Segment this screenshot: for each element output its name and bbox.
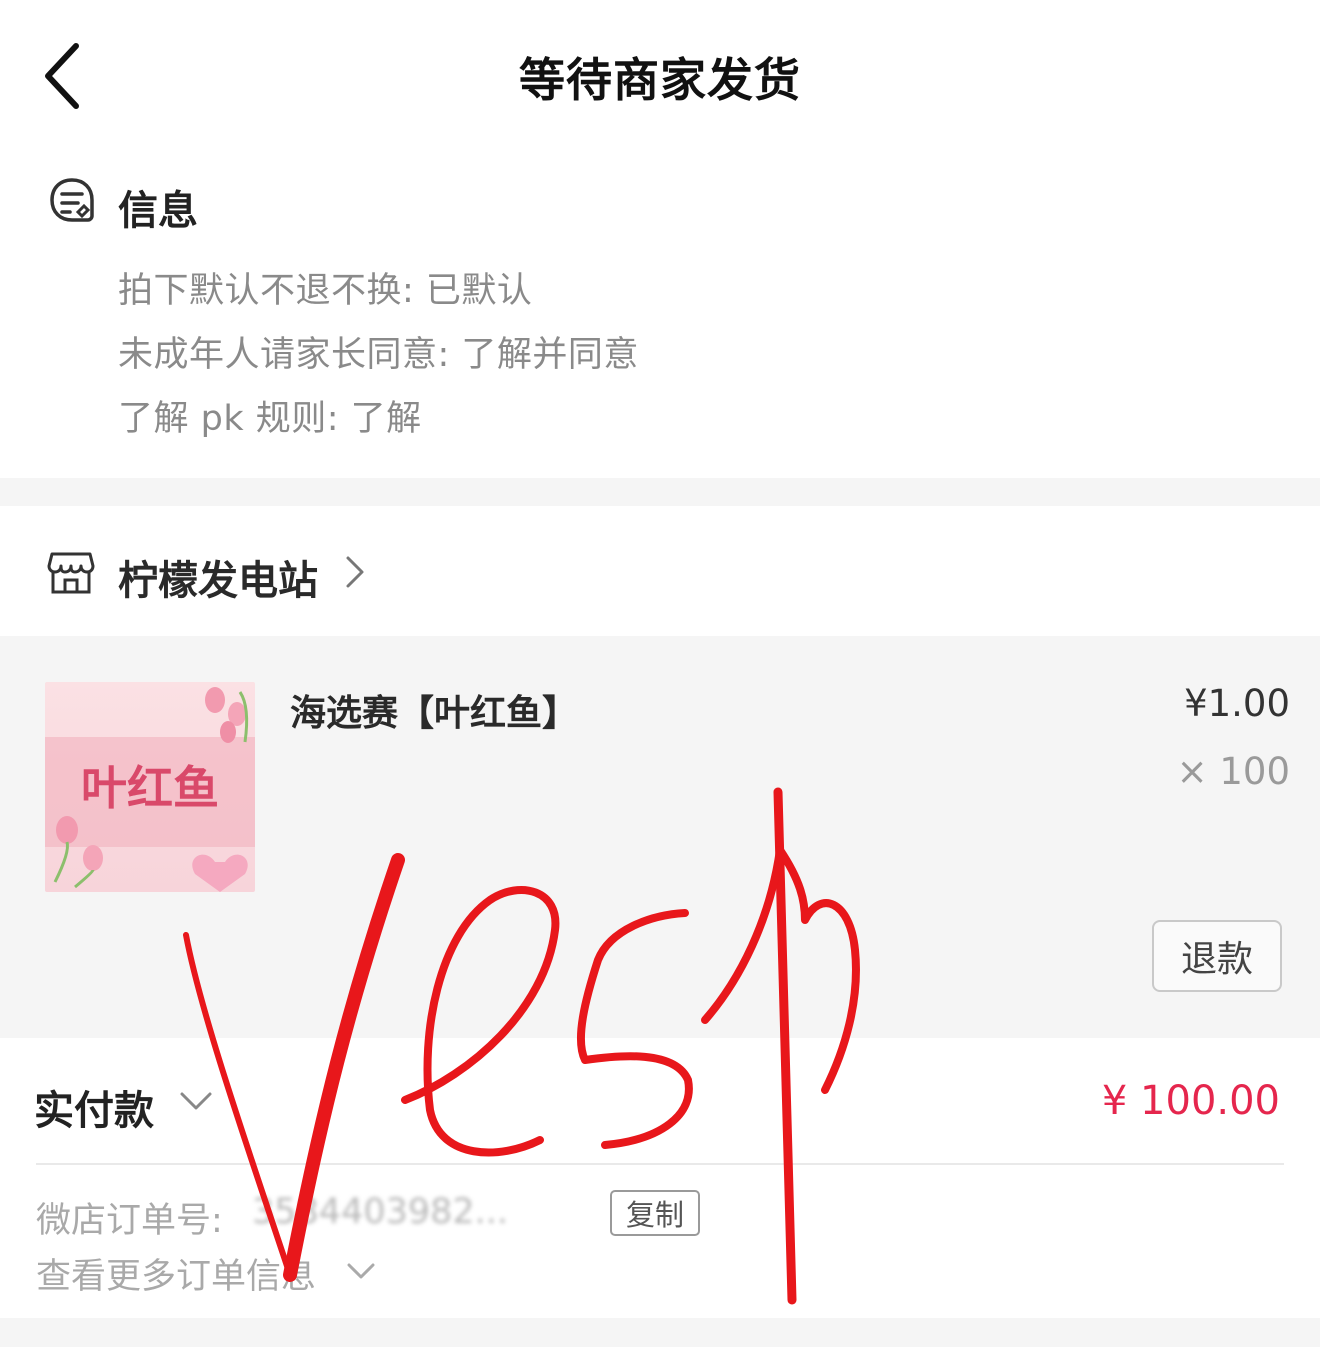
- info-line-guardian-consent: 未成年人请家长同意: 了解并同意: [118, 335, 639, 375]
- info-line-no-return: 拍下默认不退不换: 已默认: [118, 271, 533, 311]
- bottom-band: [0, 1318, 1320, 1347]
- section-divider: [0, 478, 1320, 506]
- chevron-down-icon[interactable]: [176, 1086, 216, 1116]
- product-quantity: × 100: [1176, 750, 1290, 793]
- view-more-order-info-link[interactable]: 查看更多订单信息: [36, 1248, 316, 1299]
- thumbnail-title: 叶红鱼: [81, 761, 219, 815]
- page-title: 等待商家发货: [519, 53, 801, 107]
- amount-paid-label: 实付款: [34, 1088, 154, 1134]
- chevron-down-icon[interactable]: [344, 1258, 378, 1284]
- order-number-value: 3584403982...: [252, 1192, 509, 1232]
- store-icon: [46, 550, 96, 596]
- refund-button[interactable]: 退款: [1152, 920, 1282, 992]
- chevron-right-icon[interactable]: [340, 552, 370, 592]
- message-note-icon: [48, 176, 96, 226]
- copy-order-number-button[interactable]: 复制: [610, 1190, 700, 1236]
- info-section-title: 信息: [118, 188, 198, 234]
- amount-paid-value: ¥ 100.00: [1101, 1078, 1280, 1124]
- product-unit-price: ¥1.00: [1184, 682, 1290, 725]
- shop-name-link[interactable]: 柠檬发电站: [118, 548, 318, 606]
- product-name[interactable]: 海选赛【叶红鱼】: [290, 684, 578, 736]
- payment-divider: [36, 1163, 1284, 1165]
- info-line-pk-rules: 了解 pk 规则: 了解: [118, 399, 422, 439]
- order-number-label: 微店订单号:: [36, 1201, 223, 1241]
- product-thumbnail[interactable]: 叶红鱼: [45, 682, 255, 892]
